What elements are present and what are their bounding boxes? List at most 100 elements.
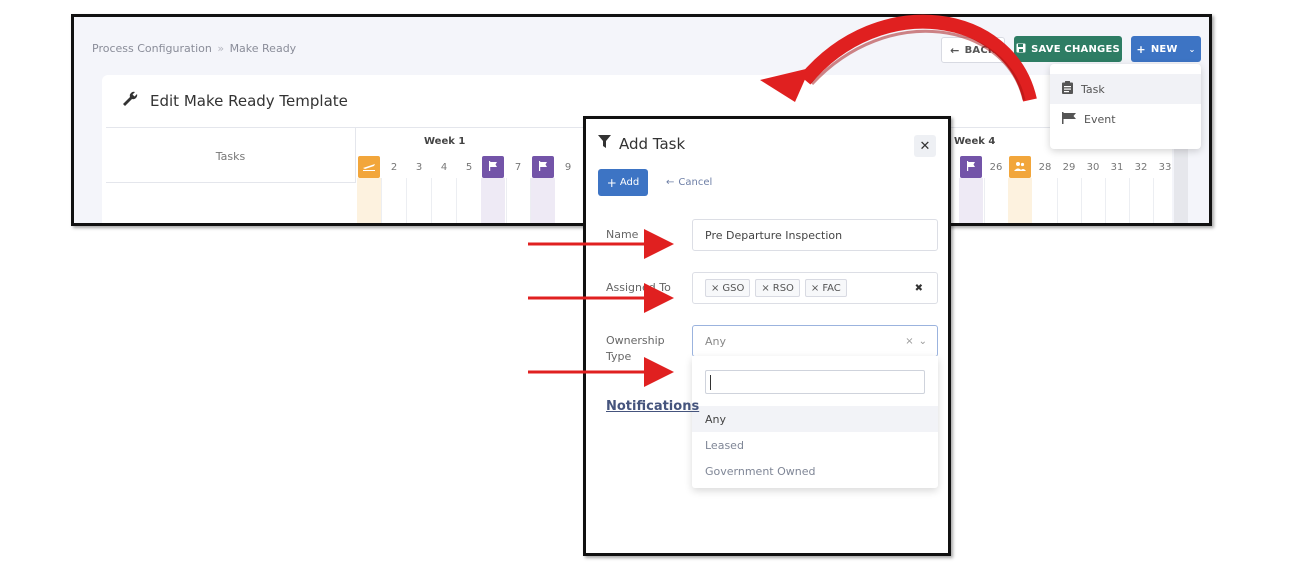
breadcrumb-parent[interactable]: Process Configuration [92, 42, 212, 55]
arrow-left-icon: ← [666, 177, 675, 188]
plane-icon [363, 161, 375, 174]
flag-icon [966, 160, 976, 174]
grid-line [506, 178, 507, 223]
back-button-label: BACK [964, 44, 996, 56]
save-changes-label: SAVE CHANGES [1031, 43, 1120, 55]
floppy-disk-icon [1016, 43, 1026, 56]
page-title-text: Edit Make Ready Template [150, 92, 348, 110]
notifications-link[interactable]: Notifications [606, 399, 699, 414]
menu-item-task-label: Task [1081, 82, 1105, 96]
grid-line [381, 178, 382, 223]
cancel-button[interactable]: ← Cancel [666, 177, 712, 188]
flag-icon [538, 160, 548, 174]
chevron-down-icon: ⌄ [1188, 44, 1196, 54]
day-2: 2 [390, 161, 398, 173]
dropdown-search-input[interactable] [705, 370, 925, 394]
tag-gso-label: GSO [722, 282, 745, 294]
breadcrumb-separator: » [217, 42, 225, 55]
day-25-badge[interactable] [960, 156, 982, 178]
ownership-type-select[interactable]: Any × ⌄ [692, 325, 938, 357]
close-icon: ✕ [919, 138, 931, 154]
plus-icon: + [606, 175, 617, 190]
grid-line [406, 178, 407, 223]
filter-funnel-icon [598, 135, 611, 153]
day-26: 26 [989, 161, 1003, 173]
clear-icon[interactable]: × [905, 336, 913, 347]
page-title: Edit Make Ready Template [122, 91, 348, 111]
select-controls: × ⌄ [905, 336, 927, 347]
day-30: 30 [1086, 161, 1100, 173]
name-field-label: Name [606, 228, 639, 241]
add-task-modal: Add Task ✕ + Add ← Cancel Name Pre Depar… [583, 116, 951, 556]
name-input[interactable]: Pre Departure Inspection [692, 219, 938, 251]
name-input-value: Pre Departure Inspection [705, 228, 843, 242]
wrench-icon [122, 91, 138, 111]
new-dropdown-menu: Task Event [1050, 64, 1201, 149]
clipboard-icon [1062, 81, 1073, 97]
day-32: 32 [1134, 161, 1148, 173]
menu-item-task[interactable]: Task [1050, 74, 1201, 104]
assigned-to-multiselect[interactable]: × GSO × RSO × FAC ✖ [692, 272, 938, 304]
day-6-badge[interactable] [482, 156, 504, 178]
modal-title: Add Task [598, 135, 685, 153]
option-government-owned[interactable]: Government Owned [692, 458, 938, 484]
grid-line [984, 178, 985, 223]
grid-line [1057, 178, 1058, 223]
add-button[interactable]: + Add [598, 169, 648, 196]
day-29: 29 [1062, 161, 1076, 173]
tag-rso-label: RSO [772, 282, 794, 294]
day-4: 4 [440, 161, 448, 173]
ownership-options-dropdown: Any Leased Government Owned [692, 356, 938, 488]
new-button[interactable]: + NEW ⌄ [1131, 36, 1201, 62]
day-3: 3 [415, 161, 423, 173]
close-button[interactable]: ✕ [914, 135, 936, 157]
tag-fac[interactable]: × FAC [804, 279, 847, 297]
tag-fac-label: FAC [822, 282, 841, 294]
assigned-to-label: Assigned To [606, 281, 671, 294]
grid-line [1129, 178, 1130, 223]
day-28: 28 [1038, 161, 1052, 173]
day-8-badge[interactable] [532, 156, 554, 178]
users-icon [1014, 161, 1026, 174]
remove-tag-icon[interactable]: × [811, 283, 819, 294]
option-any[interactable]: Any [692, 406, 938, 432]
day-31: 31 [1110, 161, 1124, 173]
ownership-label-line1: Ownership [606, 334, 665, 347]
remove-tag-icon[interactable]: × [711, 283, 719, 294]
day-column-shade [531, 178, 555, 223]
tag-rso[interactable]: × RSO [755, 279, 800, 297]
week-4-label: Week 4 [954, 136, 996, 147]
week-1-label: Week 1 [424, 136, 466, 147]
day-27-badge[interactable] [1009, 156, 1031, 178]
day-column-shade [357, 178, 381, 223]
option-leased[interactable]: Leased [692, 432, 938, 458]
day-1-badge[interactable] [358, 156, 380, 178]
grid-line [1153, 178, 1154, 223]
back-button[interactable]: ← BACK [941, 37, 1005, 63]
menu-item-event-label: Event [1084, 112, 1116, 126]
flag-icon [1062, 111, 1076, 127]
text-caret [710, 375, 711, 390]
clear-all-icon[interactable]: ✖ [915, 283, 923, 294]
day-5: 5 [465, 161, 473, 173]
modal-title-text: Add Task [619, 135, 686, 153]
add-button-label: Add [619, 177, 640, 188]
grid-line [530, 178, 531, 223]
tasks-column-header: Tasks [106, 128, 356, 183]
ownership-label-line2: Type [606, 350, 632, 363]
new-button-label: NEW [1150, 43, 1178, 55]
grid-line [1105, 178, 1106, 223]
breadcrumb-current: Make Ready [229, 42, 297, 55]
tag-gso[interactable]: × GSO [705, 279, 751, 297]
grid-line [456, 178, 457, 223]
remove-tag-icon[interactable]: × [761, 283, 769, 294]
cancel-button-label: Cancel [678, 177, 713, 188]
chevron-down-icon[interactable]: ⌄ [919, 336, 927, 347]
day-9: 9 [564, 161, 572, 173]
day-column-shade [959, 178, 983, 223]
flag-icon [488, 160, 498, 174]
grid-line [431, 178, 432, 223]
breadcrumb: Process Configuration » Make Ready [92, 42, 296, 55]
save-changes-button[interactable]: SAVE CHANGES [1014, 36, 1122, 62]
menu-item-event[interactable]: Event [1050, 104, 1201, 134]
